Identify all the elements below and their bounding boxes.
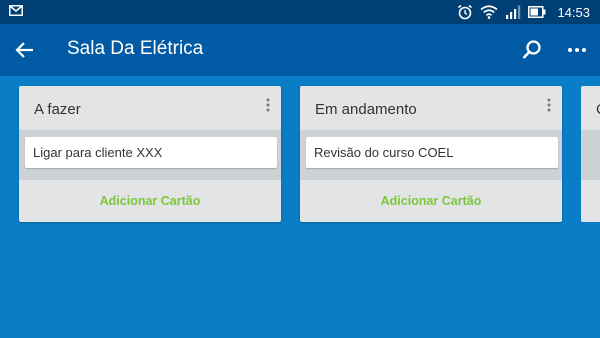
more-vertical-icon[interactable] xyxy=(263,97,273,113)
list-header: A fazer xyxy=(19,86,281,130)
list-em-andamento: Em andamento Revisão do curso COEL Adici… xyxy=(300,86,562,222)
card[interactable]: Revisão do curso COEL xyxy=(306,137,558,168)
wifi-icon xyxy=(480,5,498,19)
back-arrow-icon[interactable] xyxy=(14,39,36,61)
mail-icon xyxy=(9,5,23,16)
list-header: Em andamento xyxy=(300,86,562,130)
battery-icon xyxy=(528,6,546,18)
add-card-button[interactable]: Adicionar Cartão xyxy=(19,180,281,222)
signal-icon xyxy=(506,5,521,19)
more-horizontal-icon[interactable] xyxy=(565,38,589,62)
card[interactable]: Ligar para cliente XXX xyxy=(25,137,277,168)
alarm-icon xyxy=(458,4,473,20)
page-title: Sala Da Elétrica xyxy=(67,38,204,59)
list-title-partial: C xyxy=(596,101,600,118)
list-title: Em andamento xyxy=(315,101,417,118)
list-partial[interactable]: C xyxy=(581,86,600,222)
list-title: A fazer xyxy=(34,101,81,118)
status-bar: 14:53 xyxy=(0,0,600,24)
search-icon[interactable] xyxy=(520,38,544,62)
card-area xyxy=(581,130,600,180)
app-bar: Sala Da Elétrica xyxy=(0,24,600,76)
list-a-fazer: A fazer Ligar para cliente XXX Adicionar… xyxy=(19,86,281,222)
board: A fazer Ligar para cliente XXX Adicionar… xyxy=(0,76,600,338)
status-time: 14:53 xyxy=(557,4,590,20)
more-vertical-icon[interactable] xyxy=(544,97,554,113)
status-icons: 14:53 xyxy=(457,0,590,24)
add-card-button[interactable]: Adicionar Cartão xyxy=(300,180,562,222)
